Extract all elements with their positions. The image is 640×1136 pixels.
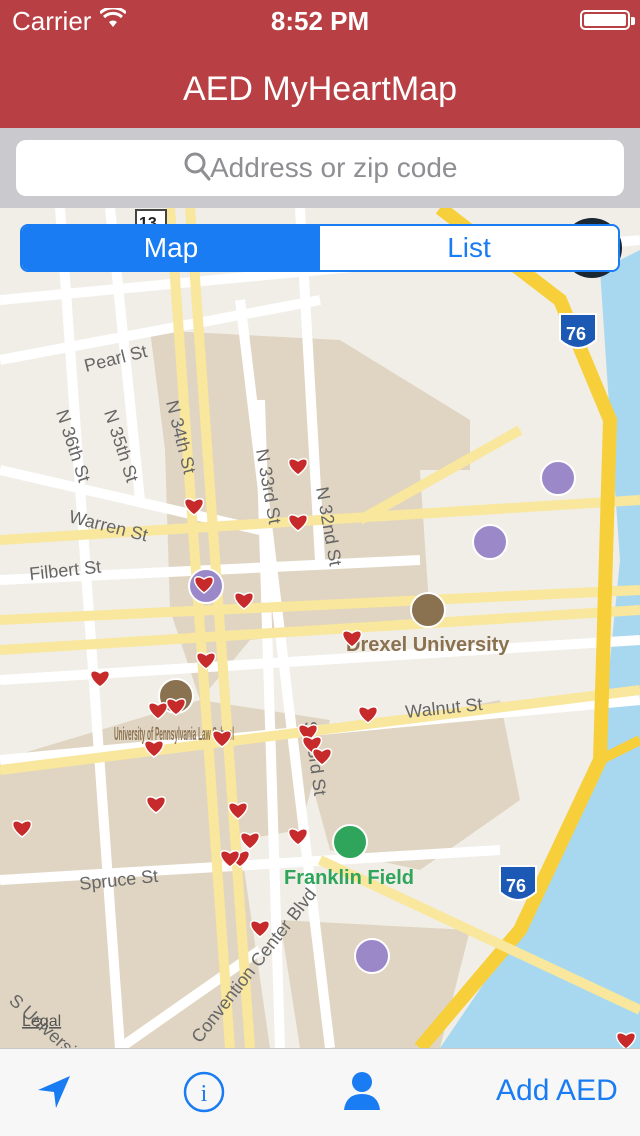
place-label-drexel: Drexel University — [346, 634, 510, 656]
street-label: N 36th St — [52, 407, 94, 485]
location-arrow-icon[interactable] — [34, 1072, 74, 1112]
search-field[interactable] — [16, 140, 624, 196]
search-input[interactable] — [16, 140, 624, 196]
view-mode-segmented-control: Map List — [20, 224, 620, 272]
highway-shield-label: 76 — [506, 876, 526, 896]
battery-icon — [580, 10, 635, 30]
add-aed-button[interactable]: Add AED — [496, 1074, 618, 1108]
map-canvas: 76 76 13 Pearl St N 36th St N 35th St N … — [0, 208, 640, 1048]
nav-title: AED MyHeartMap — [183, 70, 457, 108]
svg-text:i: i — [201, 1081, 208, 1107]
map-legal-link: Legal — [22, 1013, 61, 1030]
highway-shield-label: 76 — [566, 324, 586, 344]
status-time: 8:52 PM — [270, 6, 370, 36]
profile-icon[interactable] — [342, 1070, 382, 1112]
info-icon[interactable]: i — [182, 1070, 226, 1114]
aed-heart-marker[interactable] — [239, 832, 261, 850]
segment-list[interactable]: List — [320, 226, 618, 270]
place-label-franklin-field: Franklin Field — [284, 867, 414, 889]
map-view[interactable]: 76 76 13 Pearl St N 36th St N 35th St N … — [0, 208, 640, 1048]
header: Carrier 8:52 PM AED MyHeartMap — [0, 0, 640, 128]
segment-map[interactable]: Map — [22, 226, 320, 270]
